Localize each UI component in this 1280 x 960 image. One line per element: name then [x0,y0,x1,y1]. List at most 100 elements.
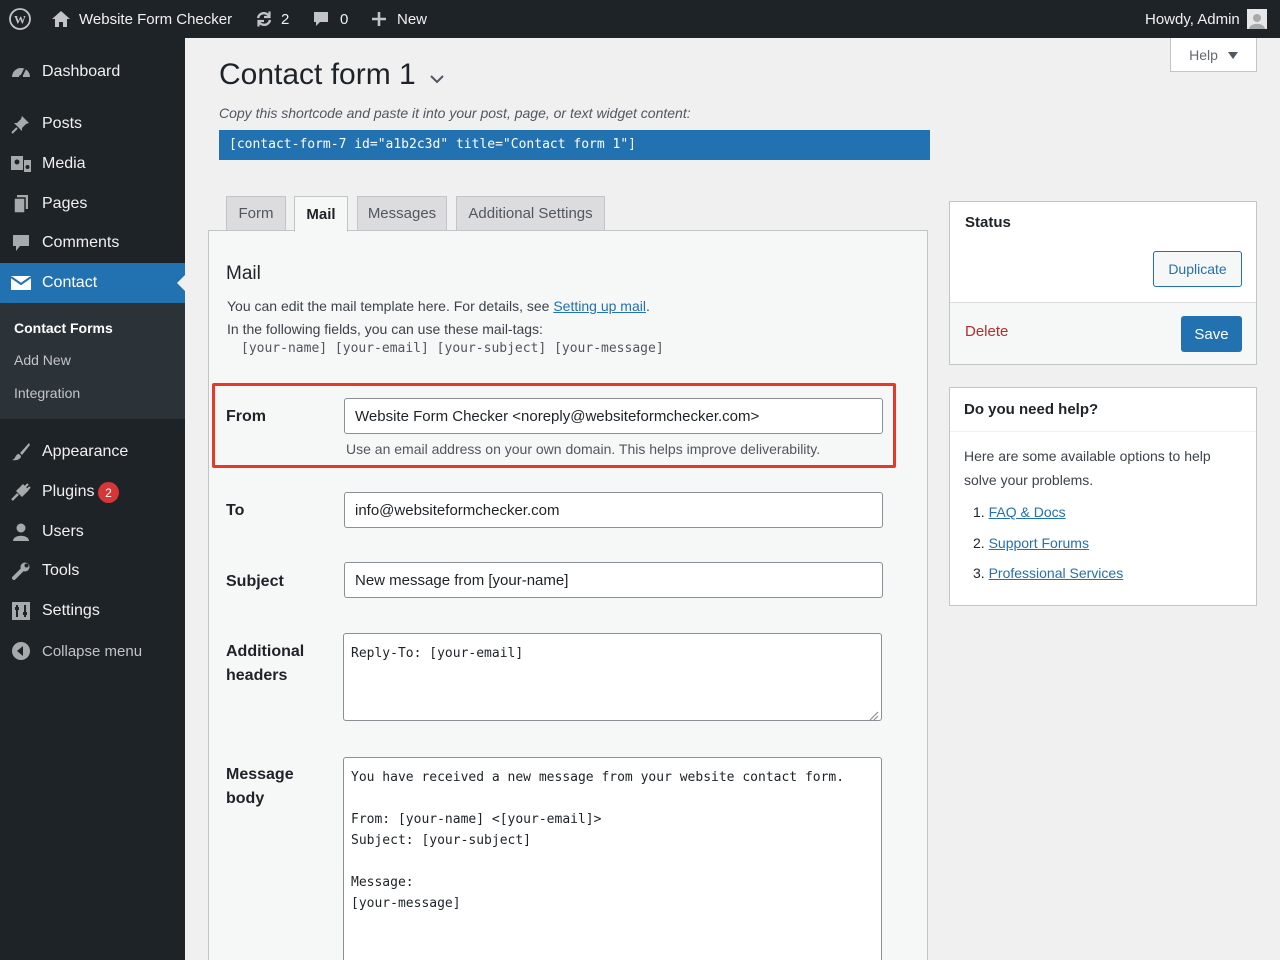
professional-services-link[interactable]: Professional Services [989,565,1124,581]
sidebar-item-label: Plugins [42,483,95,500]
sidebar-item-posts[interactable]: Posts [0,104,185,144]
sidebar-item-comments[interactable]: Comments [0,223,185,263]
sidebar-item-label: Settings [42,602,100,619]
sidebar-item-label: Media [42,155,86,172]
sidebar-item-label: Collapse menu [42,642,143,660]
mail-heading: Mail [226,263,261,284]
setting-up-mail-link[interactable]: Setting up mail [553,298,646,314]
comment-icon [10,233,32,253]
new-label: New [397,10,428,28]
mail-tags: [your-name] [your-email] [your-subject] … [241,341,664,356]
submenu-item-add-new[interactable]: Add New [14,352,71,368]
to-label: To [226,502,245,519]
faq-docs-link[interactable]: FAQ & Docs [989,504,1066,520]
help-link-number: 3. [973,565,985,581]
comments-link[interactable]: 0 [312,0,348,38]
tab-mail[interactable]: Mail [294,196,348,232]
updates-icon [254,10,274,28]
sidebar-item-media[interactable]: Media [0,144,185,184]
chevron-down-icon[interactable] [430,58,444,92]
envelope-icon [10,273,32,293]
help-link-forums: 2. Support Forums [973,535,1089,551]
comments-count: 0 [340,10,349,28]
caret-down-icon [1227,47,1238,63]
sidebar-item-settings[interactable]: Settings [0,591,185,631]
help-box-title: Do you need help? [964,401,1099,418]
subject-label: Subject [226,573,284,590]
settings-icon [10,601,32,621]
mail-description-text: You can edit the mail template here. For… [227,298,554,314]
sidebar-item-plugins[interactable]: Plugins 2 [0,472,185,512]
help-link-number: 2. [973,535,985,551]
sidebar-item-label: Comments [42,234,120,251]
mail-description-end: . [645,298,650,314]
brush-icon [10,442,32,462]
sidebar-item-label: Posts [42,115,83,132]
resize-handle-icon[interactable] [869,708,879,726]
from-highlight-box [212,383,896,468]
new-content-link[interactable]: New [371,0,427,38]
additional-headers-label-line2: headers [226,667,288,684]
help-tab-label: Help [1189,46,1218,63]
sidebar-item-label: Tools [42,562,80,579]
site-name-link[interactable]: Website Form Checker [51,0,232,38]
sidebar-item-users[interactable]: Users [0,512,185,552]
save-button[interactable]: Save [1181,316,1242,352]
sidebar-item-label: Pages [42,195,88,212]
subject-field[interactable]: New message from [your-name] [344,562,883,598]
shortcode-hint: Copy this shortcode and paste it into yo… [219,105,691,121]
delete-link[interactable]: Delete [965,323,1008,340]
collapse-menu-button[interactable]: Collapse menu [0,631,185,671]
user-icon [10,522,32,542]
sidebar-item-label: Appearance [42,443,129,460]
media-icon [10,154,32,174]
tab-form[interactable]: Form [226,196,286,231]
submenu-item-integration[interactable]: Integration [14,385,80,401]
howdy-greeting: Howdy, Admin [1145,10,1240,28]
help-link-number: 1. [973,504,985,520]
help-tab-button[interactable]: Help [1170,38,1257,72]
pin-icon [10,114,32,134]
sidebar-item-contact[interactable]: Contact [0,263,185,303]
my-account-link[interactable]: Howdy, Admin [1145,0,1267,38]
help-box-divider [950,431,1256,432]
tab-messages[interactable]: Messages [357,196,447,231]
pages-icon [10,194,32,214]
help-box-text-line1: Here are some available options to help [964,448,1211,464]
wordpress-logo-icon[interactable]: W [9,0,31,38]
contact-submenu: Contact Forms Add New Integration [0,303,185,419]
help-link-services: 3. Professional Services [973,565,1123,581]
sidebar-item-appearance[interactable]: Appearance [0,432,185,472]
admin-sidebar: Dashboard Posts Media Pages Comments Con… [0,38,185,960]
form-title: Contact form 1 [219,58,416,91]
tab-additional-settings[interactable]: Additional Settings [456,196,605,231]
message-body-label: Message body [226,763,294,811]
submenu-item-contact-forms[interactable]: Contact Forms [14,320,113,336]
additional-headers-field[interactable]: Reply-To: [your-email] [343,633,882,721]
duplicate-button[interactable]: Duplicate [1153,251,1242,287]
updates-link[interactable]: 2 [254,0,289,38]
support-forums-link[interactable]: Support Forums [989,535,1089,551]
sidebar-item-label: Dashboard [42,63,121,80]
plugins-update-badge: 2 [98,482,119,503]
help-box-text-line2: solve your problems. [964,472,1094,488]
help-box-text: Here are some available options to help … [964,444,1211,492]
status-box-title: Status [965,214,1011,231]
page-title: Contact form 1 [219,58,444,92]
sidebar-item-pages[interactable]: Pages [0,184,185,224]
sidebar-item-dashboard[interactable]: Dashboard [0,52,185,92]
shortcode-field[interactable]: [contact-form-7 id="a1b2c3d" title="Cont… [219,130,930,160]
message-body-field[interactable]: You have received a new message from you… [343,757,882,960]
plug-icon [10,482,32,502]
svg-text:W: W [14,13,26,27]
comment-bubble-icon [312,10,330,28]
dashboard-icon [10,62,32,82]
wrench-icon [10,561,32,581]
sidebar-item-tools[interactable]: Tools [0,551,185,591]
message-body-label-line1: Message [226,766,294,783]
plus-icon [371,11,387,27]
to-field[interactable]: info@websiteformchecker.com [344,492,883,528]
collapse-icon [10,641,32,661]
additional-headers-label: Additional headers [226,640,304,688]
site-name: Website Form Checker [79,10,233,28]
